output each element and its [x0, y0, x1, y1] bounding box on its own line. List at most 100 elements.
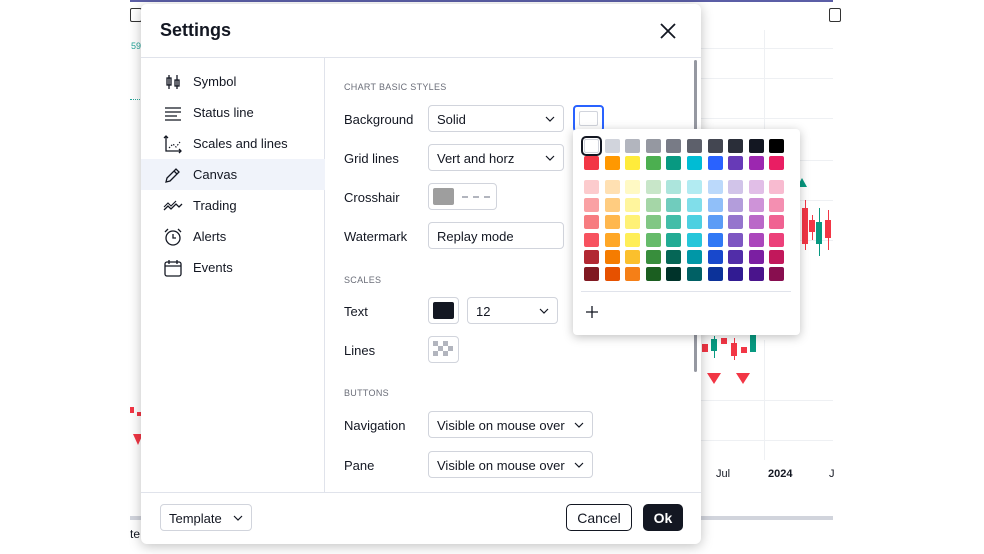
color-swatch[interactable]: [666, 215, 682, 229]
color-swatch[interactable]: [581, 136, 602, 156]
pane-select[interactable]: Visible on mouse over: [428, 451, 593, 478]
color-swatch[interactable]: [769, 139, 785, 153]
lines-color-swatch[interactable]: [428, 336, 459, 363]
color-swatch[interactable]: [584, 215, 599, 229]
ok-button[interactable]: Ok: [643, 504, 683, 531]
color-swatch[interactable]: [604, 233, 620, 247]
sidebar-item-status-line[interactable]: Status line: [141, 97, 325, 128]
color-swatch[interactable]: [769, 267, 785, 281]
color-swatch[interactable]: [748, 139, 764, 153]
sidebar-item-trading[interactable]: Trading: [141, 190, 325, 221]
close-button[interactable]: [657, 20, 679, 42]
color-swatch[interactable]: [584, 156, 599, 170]
color-swatch[interactable]: [625, 156, 641, 170]
color-swatch[interactable]: [666, 156, 682, 170]
color-swatch[interactable]: [666, 250, 682, 264]
color-swatch[interactable]: [584, 198, 599, 212]
sidebar-item-events[interactable]: Events: [141, 252, 325, 283]
color-swatch[interactable]: [687, 198, 702, 212]
color-swatch[interactable]: [584, 267, 599, 281]
color-swatch[interactable]: [604, 267, 620, 281]
color-swatch[interactable]: [728, 198, 744, 212]
color-swatch[interactable]: [625, 267, 641, 281]
color-swatch[interactable]: [584, 233, 599, 247]
color-swatch[interactable]: [604, 198, 620, 212]
color-swatch[interactable]: [728, 156, 744, 170]
add-custom-color-button[interactable]: [584, 304, 600, 320]
color-swatch[interactable]: [625, 215, 641, 229]
color-swatch[interactable]: [728, 180, 744, 194]
color-swatch[interactable]: [748, 250, 764, 264]
chart-layout-icon[interactable]: [829, 8, 841, 22]
color-swatch[interactable]: [687, 156, 702, 170]
color-swatch[interactable]: [666, 267, 682, 281]
color-swatch[interactable]: [666, 180, 682, 194]
color-swatch[interactable]: [687, 215, 702, 229]
color-swatch[interactable]: [769, 215, 785, 229]
color-swatch[interactable]: [687, 139, 702, 153]
sidebar-item-canvas[interactable]: Canvas: [141, 159, 325, 190]
color-swatch[interactable]: [584, 180, 599, 194]
color-swatch[interactable]: [728, 139, 744, 153]
color-swatch[interactable]: [666, 233, 682, 247]
color-swatch[interactable]: [625, 198, 641, 212]
color-swatch[interactable]: [769, 156, 785, 170]
color-swatch[interactable]: [748, 156, 764, 170]
color-swatch[interactable]: [687, 267, 702, 281]
color-swatch[interactable]: [645, 215, 661, 229]
color-swatch[interactable]: [707, 267, 723, 281]
color-swatch[interactable]: [604, 180, 620, 194]
text-color-swatch[interactable]: [428, 297, 459, 324]
color-swatch[interactable]: [645, 156, 661, 170]
color-swatch[interactable]: [728, 267, 744, 281]
color-swatch[interactable]: [604, 139, 620, 153]
color-swatch[interactable]: [748, 198, 764, 212]
navigation-select[interactable]: Visible on mouse over: [428, 411, 593, 438]
sidebar-item-symbol[interactable]: Symbol: [141, 66, 325, 97]
color-swatch[interactable]: [645, 139, 661, 153]
color-swatch[interactable]: [728, 233, 744, 247]
sidebar-item-alerts[interactable]: Alerts: [141, 221, 325, 252]
color-swatch[interactable]: [625, 233, 641, 247]
crosshair-style-select[interactable]: [428, 183, 497, 210]
color-swatch[interactable]: [748, 215, 764, 229]
font-size-select[interactable]: 12: [467, 297, 558, 324]
color-swatch[interactable]: [666, 198, 682, 212]
color-swatch[interactable]: [707, 198, 723, 212]
color-swatch[interactable]: [625, 250, 641, 264]
color-swatch[interactable]: [625, 139, 641, 153]
template-select[interactable]: Template: [160, 504, 252, 531]
color-swatch[interactable]: [625, 180, 641, 194]
color-swatch[interactable]: [748, 267, 764, 281]
color-swatch[interactable]: [584, 250, 599, 264]
color-swatch[interactable]: [707, 139, 723, 153]
color-swatch[interactable]: [645, 198, 661, 212]
grid-lines-select[interactable]: Vert and horz: [428, 144, 564, 171]
color-swatch[interactable]: [645, 267, 661, 281]
color-swatch[interactable]: [666, 139, 682, 153]
color-swatch[interactable]: [645, 233, 661, 247]
color-swatch[interactable]: [707, 215, 723, 229]
color-swatch[interactable]: [604, 156, 620, 170]
color-swatch[interactable]: [604, 215, 620, 229]
watermark-select[interactable]: Replay mode: [428, 222, 564, 249]
background-type-select[interactable]: Solid: [428, 105, 564, 132]
color-swatch[interactable]: [748, 233, 764, 247]
color-swatch[interactable]: [687, 180, 702, 194]
color-swatch[interactable]: [707, 156, 723, 170]
color-swatch[interactable]: [769, 198, 785, 212]
color-swatch[interactable]: [769, 250, 785, 264]
color-swatch[interactable]: [728, 250, 744, 264]
color-swatch[interactable]: [769, 233, 785, 247]
color-swatch[interactable]: [769, 180, 785, 194]
color-swatch[interactable]: [728, 215, 744, 229]
background-color-swatch[interactable]: [573, 105, 604, 132]
color-swatch[interactable]: [604, 250, 620, 264]
cancel-button[interactable]: Cancel: [566, 504, 632, 531]
color-swatch[interactable]: [707, 180, 723, 194]
color-swatch[interactable]: [645, 180, 661, 194]
sidebar-item-scales-and-lines[interactable]: Scales and lines: [141, 128, 325, 159]
color-swatch[interactable]: [687, 250, 702, 264]
color-swatch[interactable]: [748, 180, 764, 194]
color-swatch[interactable]: [707, 233, 723, 247]
